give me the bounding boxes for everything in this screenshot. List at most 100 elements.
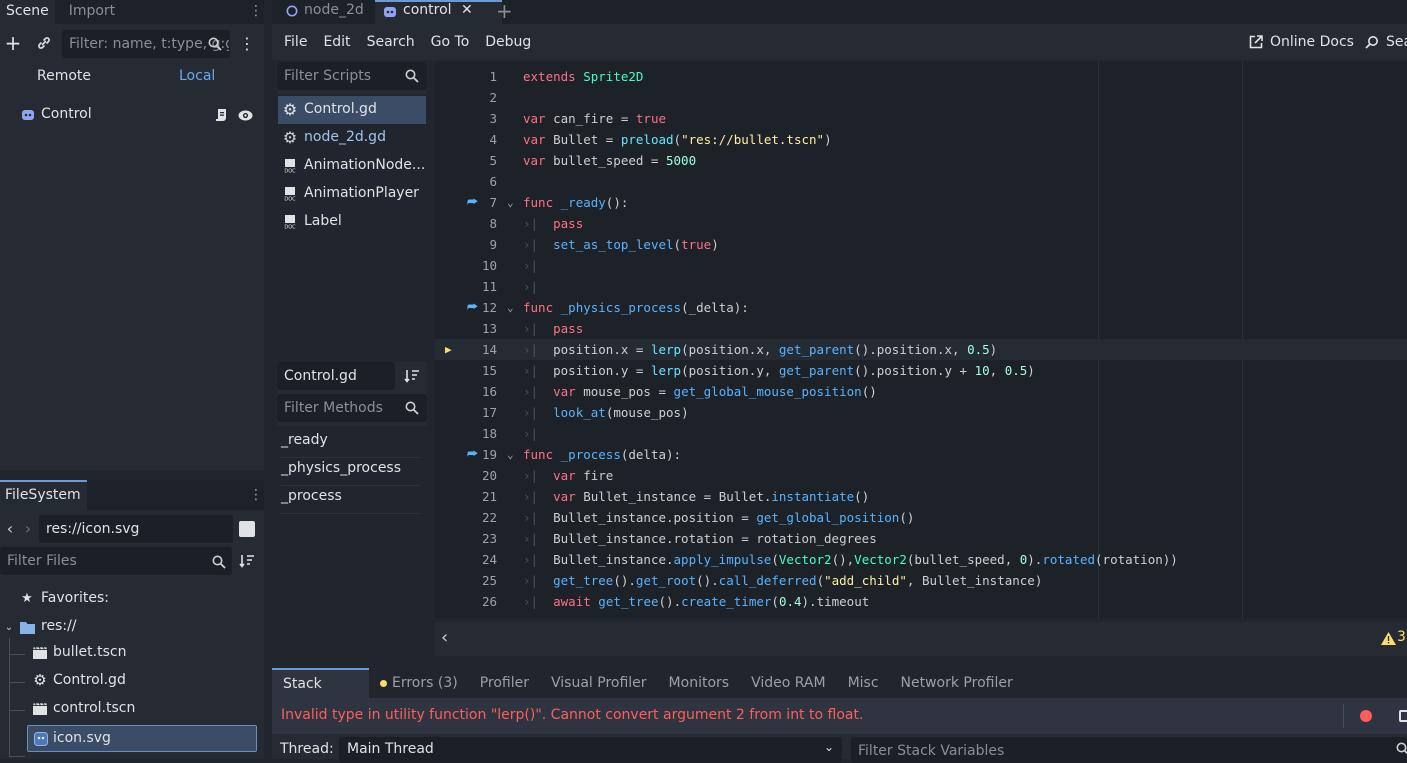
filesystem-menu-icon[interactable]: ⋮ (249, 486, 263, 504)
line-number[interactable]: 10 (437, 255, 497, 276)
close-tab-icon[interactable]: ✕ (461, 2, 473, 18)
code-line[interactable]: 19 ⮫ ⌄ func _process(delta): (435, 444, 1407, 465)
menu-search[interactable]: Search (359, 26, 423, 58)
code-line[interactable]: 3 var can_fire = true (435, 108, 1407, 129)
fold-chevron-icon[interactable]: ⌄ (507, 192, 514, 213)
local-toggle[interactable]: Local (179, 68, 215, 84)
code-line[interactable]: 26 ›| await get_tree().create_timer(0.4).… (435, 591, 1407, 612)
code-line[interactable]: 6 (435, 171, 1407, 192)
toggle-split-icon[interactable] (239, 521, 255, 537)
connection-icon[interactable]: ⮫ (467, 297, 478, 318)
tab-import[interactable]: Import (63, 0, 121, 24)
tab-filesystem[interactable]: FileSystem (0, 480, 87, 510)
line-number[interactable]: 25 (437, 570, 497, 591)
line-number[interactable]: 2 (437, 87, 497, 108)
line-number[interactable]: 1 (437, 66, 497, 87)
code-line[interactable]: 22 ›| Bullet_instance.position = get_glob… (435, 507, 1407, 528)
tab-node-2d[interactable]: node_2d (277, 0, 373, 24)
script-item-doc[interactable]: DOC Label (278, 208, 426, 236)
fold-chevron-icon[interactable]: ⌄ (507, 297, 514, 318)
tab-control[interactable]: control ✕ (375, 0, 502, 24)
tab-video-ram[interactable]: Video RAM (740, 668, 837, 698)
line-number[interactable]: 3 (437, 108, 497, 129)
script-item-doc[interactable]: DOC AnimationNode... (278, 152, 426, 180)
code-line[interactable]: 14 ▶ ›| position.x = lerp(position.x, get_… (435, 339, 1407, 360)
back-arrow-icon[interactable]: ‹ (4, 518, 16, 538)
warning-icon[interactable] (1380, 630, 1396, 646)
tab-scene[interactable]: Scene (0, 0, 55, 24)
code-line[interactable]: 4 var Bullet = preload("res://bullet.tscn… (435, 129, 1407, 150)
tab-profiler[interactable]: Profiler (469, 668, 540, 698)
tab-monitors[interactable]: Monitors (658, 668, 741, 698)
copy-icon[interactable] (1399, 710, 1407, 722)
file-item-selected[interactable]: icon.svg (27, 725, 257, 752)
sort-icon[interactable] (403, 367, 421, 385)
line-number[interactable]: 21 (437, 486, 497, 507)
menu-edit[interactable]: Edit (315, 26, 358, 58)
add-tab-icon[interactable]: + (496, 0, 513, 23)
line-number[interactable]: 9 (437, 234, 497, 255)
code-line[interactable]: 23 ›| Bullet_instance.rotation = rotation… (435, 528, 1407, 549)
code-line[interactable]: 7 ⮫ ⌄ func _ready(): (435, 192, 1407, 213)
line-number[interactable]: 6 (437, 171, 497, 192)
method-item[interactable]: _process (281, 488, 421, 514)
code-line[interactable]: 10 ›| (435, 255, 1407, 276)
script-item-control-gd[interactable]: ⚙ Control.gd (278, 96, 426, 124)
line-number[interactable]: 23 (437, 528, 497, 549)
menu-go-to[interactable]: Go To (423, 26, 478, 58)
code-line[interactable]: 9 ›| set_as_top_level(true) (435, 234, 1407, 255)
line-number[interactable]: 5 (437, 150, 497, 171)
menu-file[interactable]: File (276, 26, 315, 58)
file-item[interactable]: ⚙ Control.gd (10, 668, 257, 694)
script-item-node-2d-gd[interactable]: ⚙ node_2d.gd (278, 124, 426, 152)
line-number[interactable]: 22 (437, 507, 497, 528)
res-root-label[interactable]: res:// (41, 618, 77, 634)
script-attached-icon[interactable] (213, 107, 229, 123)
add-node-icon[interactable]: + (4, 31, 22, 55)
tab-errors[interactable]: Errors (3) (369, 668, 469, 698)
scene-tree-item-control[interactable]: Control (0, 100, 264, 130)
fold-chevron-icon[interactable]: ⌄ (507, 444, 514, 465)
code-line[interactable]: 11 ›| (435, 276, 1407, 297)
file-item[interactable]: bullet.tscn (10, 640, 257, 666)
line-number[interactable]: 17 (437, 402, 497, 423)
collapse-left-icon[interactable]: ‹ (441, 627, 448, 648)
online-docs-button[interactable]: Online Docs (1248, 26, 1354, 58)
menu-debug[interactable]: Debug (477, 26, 539, 58)
filter-files-input[interactable]: Filter Files (0, 547, 232, 575)
favorites-label[interactable]: Favorites: (41, 590, 109, 606)
thread-select[interactable]: Main Thread ⌄ (339, 737, 842, 763)
code-line[interactable]: 12 ⮫ ⌄ func _physics_process(_delta): (435, 297, 1407, 318)
dock-menu-icon[interactable]: ⋮ (249, 2, 263, 20)
scene-options-icon[interactable]: ⋮ (239, 33, 255, 53)
code-line[interactable]: 1 extends Sprite2D (435, 66, 1407, 87)
code-line[interactable]: 21 ›| var Bullet_instance = Bullet.instan… (435, 486, 1407, 507)
code-line[interactable]: 2 (435, 87, 1407, 108)
search-help-button[interactable]: Sea (1364, 26, 1407, 58)
line-number[interactable]: 18 (437, 423, 497, 444)
code-line[interactable]: 13 ›| pass (435, 318, 1407, 339)
code-line[interactable]: 17 ›| look_at(mouse_pos) (435, 402, 1407, 423)
method-item[interactable]: _physics_process (281, 460, 421, 486)
tab-misc[interactable]: Misc (837, 668, 890, 698)
code-line[interactable]: 18 ›| (435, 423, 1407, 444)
connection-icon[interactable]: ⮫ (467, 192, 478, 213)
link-icon[interactable] (34, 33, 54, 53)
code-editor[interactable]: 1 extends Sprite2D 2 3 var can_fire = true 4 v… (435, 62, 1407, 618)
scene-filter-input[interactable]: Filter: name, t:type, g:group (62, 30, 230, 58)
code-line[interactable]: 20 ›| var fire (435, 465, 1407, 486)
line-number[interactable]: 8 (437, 213, 497, 234)
chevron-down-icon[interactable]: ⌄ (3, 620, 15, 634)
line-number[interactable]: 11 (437, 276, 497, 297)
code-line[interactable]: 24 ›| Bullet_instance.apply_impulse(Vecto… (435, 549, 1407, 570)
code-line[interactable]: 5 var bullet_speed = 5000 (435, 150, 1407, 171)
line-number[interactable]: 24 (437, 549, 497, 570)
line-number[interactable]: 4 (437, 129, 497, 150)
tab-network-profiler[interactable]: Network Profiler (890, 668, 1024, 698)
connection-icon[interactable]: ⮫ (467, 444, 478, 465)
tab-stack-trace[interactable]: Stack Trace (272, 668, 369, 720)
filter-stack-variables-input[interactable]: Filter Stack Variables (851, 737, 1407, 763)
code-line[interactable]: 8 ›| pass (435, 213, 1407, 234)
line-number[interactable]: 26 (437, 591, 497, 612)
path-field[interactable]: res://icon.svg (39, 515, 233, 543)
